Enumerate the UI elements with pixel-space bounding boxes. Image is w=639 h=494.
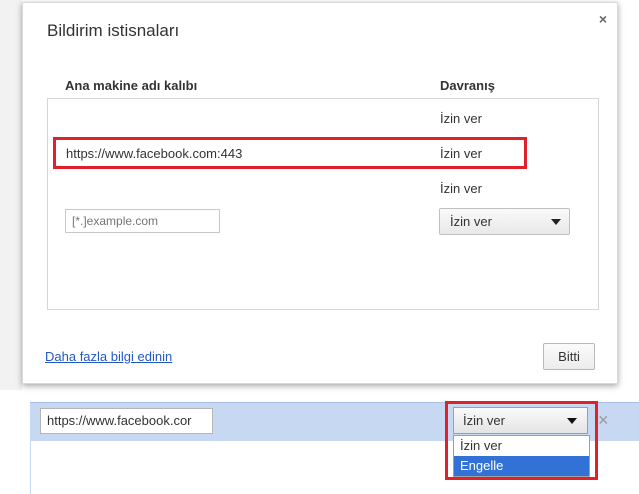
list-item[interactable]: İzin ver	[48, 175, 598, 203]
notification-exceptions-dialog: Bildirim istisnaları × Ana makine adı ka…	[22, 2, 618, 384]
behavior-cell: İzin ver	[440, 111, 482, 126]
column-header-pattern: Ana makine adı kalıbı	[65, 78, 198, 93]
behavior-select-value: İzin ver	[450, 214, 492, 229]
behavior-cell: İzin ver	[440, 181, 482, 196]
close-icon[interactable]: ×	[599, 11, 607, 27]
remove-icon[interactable]: ×	[598, 410, 609, 431]
dialog-title: Bildirim istisnaları	[47, 21, 180, 40]
pattern-field[interactable]: https://www.facebook.cor	[40, 408, 213, 434]
behavior-select[interactable]: İzin ver	[439, 208, 570, 235]
chevron-down-icon	[551, 219, 561, 225]
background-page	[0, 0, 22, 390]
highlight-box	[445, 401, 598, 480]
learn-more-link[interactable]: Daha fazla bilgi edinin	[45, 349, 172, 364]
exceptions-list: İzin ver https://www.facebook.com:443 İz…	[47, 98, 599, 310]
list-item[interactable]: İzin ver	[48, 105, 598, 133]
highlight-box	[53, 137, 527, 169]
column-header-behavior: Davranış	[440, 78, 495, 93]
done-button[interactable]: Bitti	[543, 343, 595, 370]
hostname-pattern-input[interactable]	[65, 209, 220, 233]
